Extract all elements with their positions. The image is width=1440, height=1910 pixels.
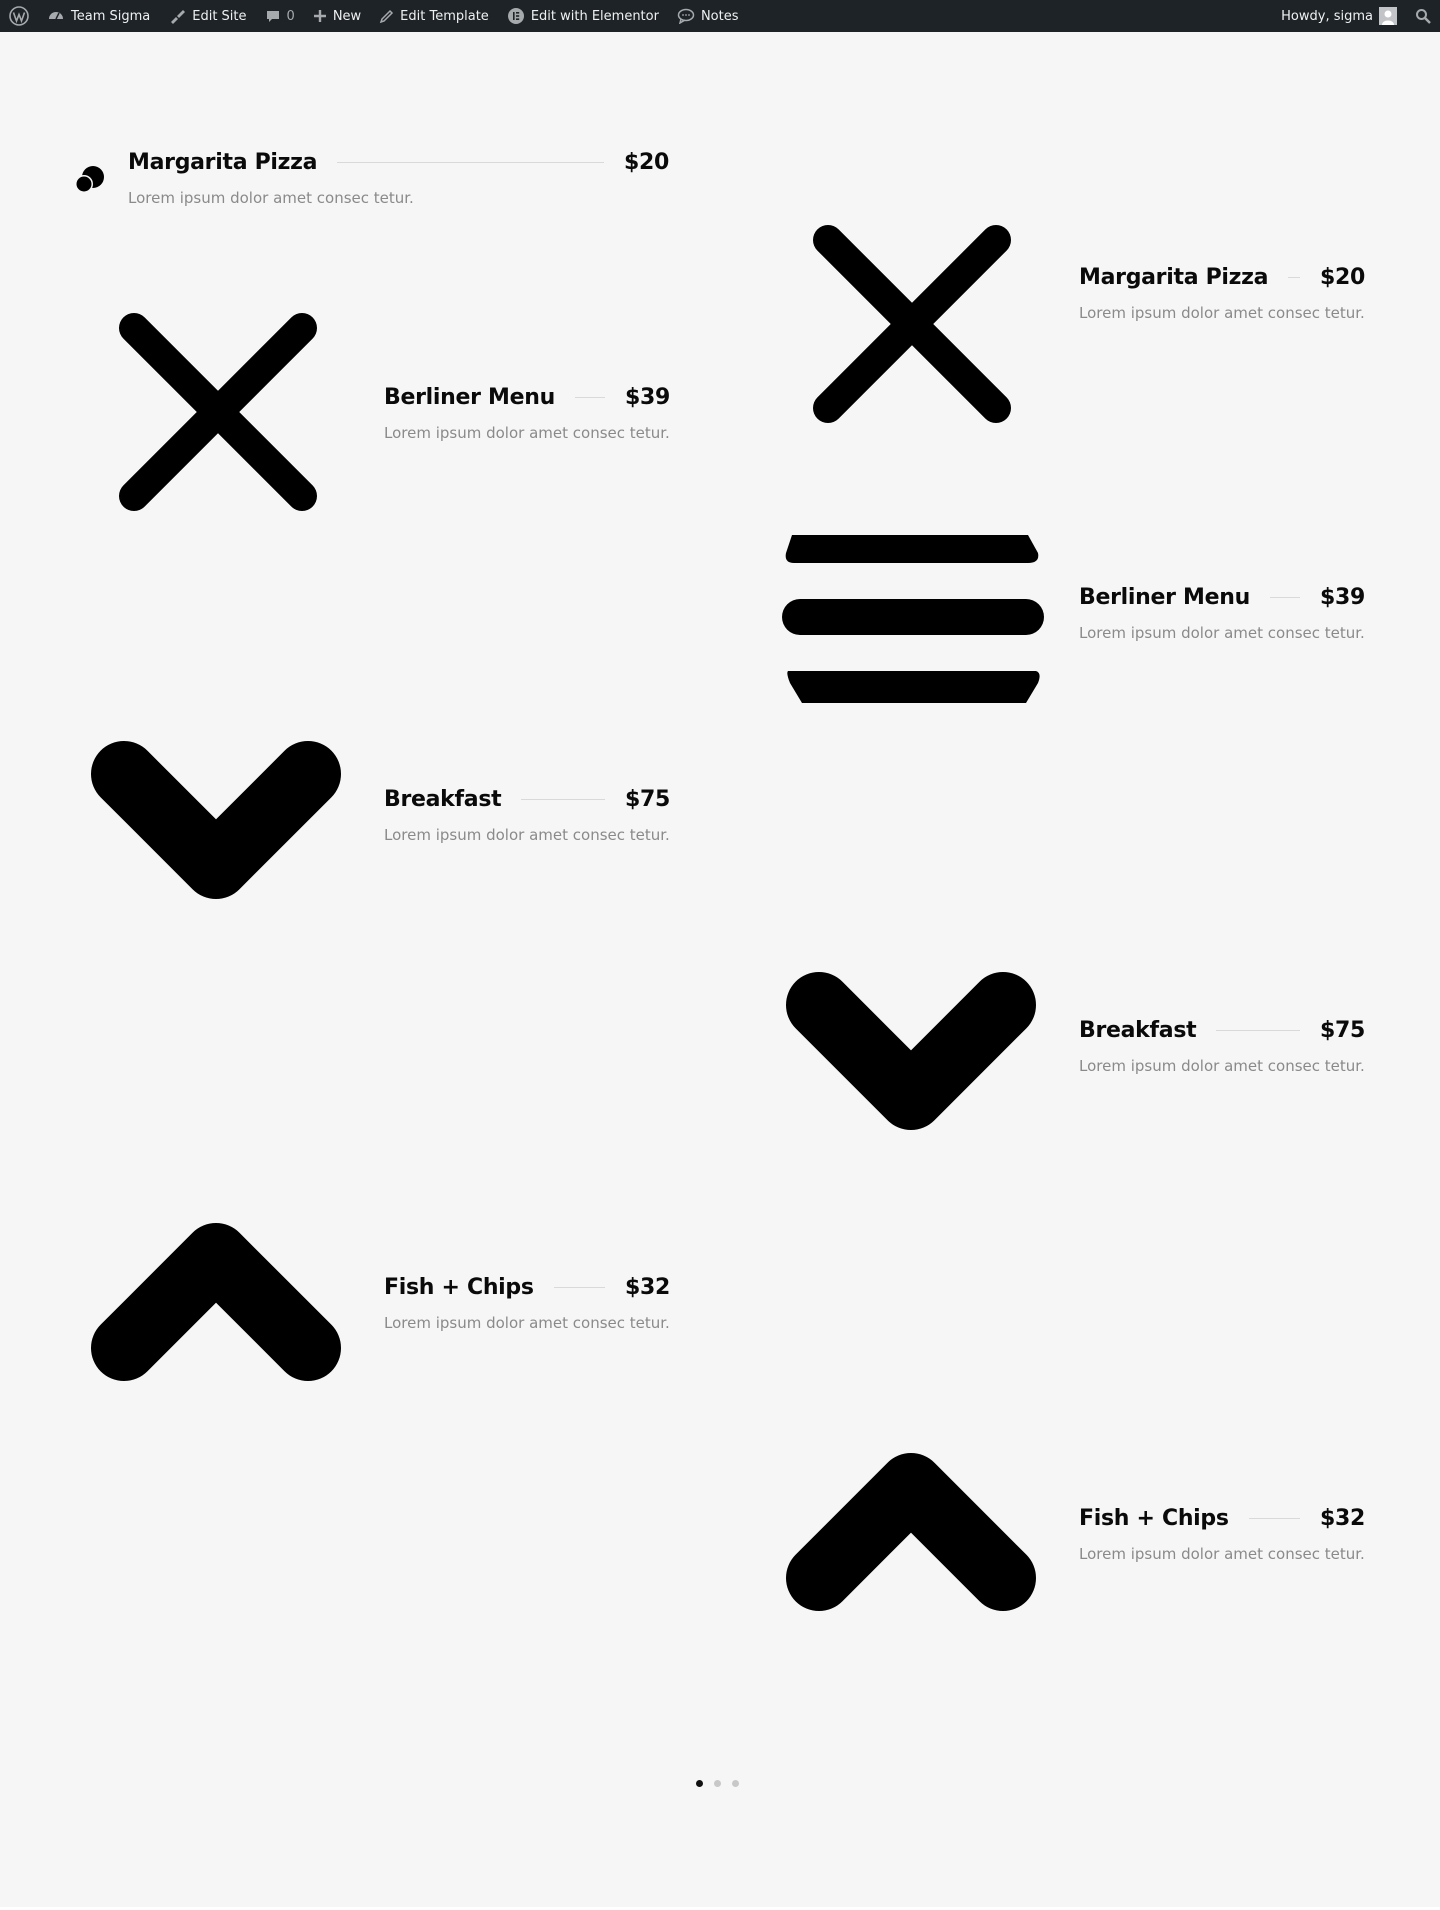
menu-item: Fish + Chips $32 Lorem ipsum dolor amet … (1079, 1503, 1365, 1564)
menu-item-divider (337, 161, 604, 163)
menu-item-price: $75 (1319, 1017, 1365, 1043)
menu-item-title: Breakfast (384, 786, 502, 812)
menu-item-price: $32 (1319, 1505, 1365, 1531)
menu-item-divider (553, 1286, 605, 1288)
admin-bar: Team Sigma Edit Site 0 New Edit Template… (0, 0, 1440, 32)
menu-item-price: $20 (623, 149, 669, 175)
menu-item-description: Lorem ipsum dolor amet consec tetur. (1079, 1545, 1365, 1563)
menu-item-divider (574, 396, 605, 398)
menu-item-price: $32 (624, 1274, 670, 1300)
my-account-link[interactable]: Howdy, sigma (1272, 0, 1406, 32)
dashboard-gauge-icon (49, 12, 63, 20)
avatar (1379, 7, 1397, 25)
notes-label: Notes (700, 8, 739, 24)
menu-item: Breakfast $75 Lorem ipsum dolor amet con… (1079, 1015, 1365, 1076)
menu-item-title: Berliner Menu (1079, 584, 1250, 610)
edit-template-label: Edit Template (400, 8, 489, 24)
menu-item: Margarita Pizza $20 Lorem ipsum dolor am… (1079, 262, 1365, 323)
menu-item: Margarita Pizza $20 Lorem ipsum dolor am… (128, 147, 669, 208)
edit-site-label: Edit Site (192, 8, 247, 24)
menu-item-title: Berliner Menu (384, 384, 555, 410)
pagination-dot-1[interactable] (696, 1780, 703, 1787)
notes-link[interactable]: Notes (668, 0, 748, 32)
chat-bubbles-icon (75, 166, 104, 193)
menu-item-title: Margarita Pizza (1079, 264, 1269, 290)
menu-item-description: Lorem ipsum dolor amet consec tetur. (1079, 1057, 1365, 1075)
menu-item-divider (521, 798, 605, 800)
brush-icon (171, 10, 186, 24)
close-x-icon (813, 225, 1011, 423)
menu-item-divider (1269, 596, 1300, 598)
menu-item-description: Lorem ipsum dolor amet consec tetur. (128, 189, 414, 207)
menu-item-title: Fish + Chips (384, 1274, 534, 1300)
pencil-icon (379, 9, 394, 23)
search-icon (1416, 9, 1431, 24)
menu-item: Berliner Menu $39 Lorem ipsum dolor amet… (384, 382, 670, 443)
edit-site-link[interactable]: Edit Site (159, 0, 255, 32)
menu-item-description: Lorem ipsum dolor amet consec tetur. (384, 424, 670, 442)
carousel-pagination (696, 1780, 739, 1787)
menu-item: Berliner Menu $39 Lorem ipsum dolor amet… (1079, 582, 1365, 643)
search-button[interactable] (1406, 0, 1440, 32)
page-content: Margarita Pizza $20 Lorem ipsum dolor am… (0, 32, 1440, 1910)
admin-bar-left: Team Sigma Edit Site 0 New Edit Template… (0, 0, 748, 32)
menu-item-description: Lorem ipsum dolor amet consec tetur. (1079, 304, 1365, 322)
chevron-up-icon (786, 1453, 1036, 1611)
edit-template-link[interactable]: Edit Template (370, 0, 498, 32)
new-label: New (332, 8, 362, 24)
site-name-label: Team Sigma (71, 8, 151, 24)
menu-item-description: Lorem ipsum dolor amet consec tetur. (384, 826, 670, 844)
menu-item-description: Lorem ipsum dolor amet consec tetur. (1079, 624, 1365, 642)
user-avatar-icon (1382, 10, 1394, 25)
menu-item-divider (1216, 1029, 1300, 1031)
pagination-dot-2[interactable] (714, 1780, 721, 1787)
menu-item: Fish + Chips $32 Lorem ipsum dolor amet … (384, 1272, 670, 1333)
close-x-icon (119, 313, 317, 511)
wordpress-logo-button[interactable] (0, 0, 38, 32)
comments-link[interactable]: 0 (256, 0, 304, 32)
edit-with-elementor-label: Edit with Elementor (530, 8, 659, 24)
menu-item-price: $39 (1319, 584, 1365, 610)
hamburger-menu-icon (782, 535, 1044, 703)
menu-item-title: Margarita Pizza (128, 149, 318, 175)
wordpress-icon (9, 6, 29, 26)
admin-bar-right: Howdy, sigma (1272, 0, 1440, 32)
menu-item-description: Lorem ipsum dolor amet consec tetur. (384, 1314, 670, 1332)
site-name-link[interactable]: Team Sigma (38, 0, 159, 32)
menu-canvas: Margarita Pizza $20 Lorem ipsum dolor am… (0, 32, 1440, 1907)
edit-with-elementor-link[interactable]: Edit with Elementor (498, 0, 668, 32)
new-content-link[interactable]: New (304, 0, 370, 32)
menu-item-divider (1248, 1517, 1300, 1519)
howdy-label: Howdy, sigma (1281, 8, 1373, 24)
chevron-up-icon (91, 1223, 341, 1381)
pagination-dot-3[interactable] (732, 1780, 739, 1787)
menu-item-price: $39 (624, 384, 670, 410)
menu-item: Breakfast $75 Lorem ipsum dolor amet con… (384, 784, 670, 845)
menu-item-divider (1288, 276, 1300, 278)
comments-count: 0 (286, 8, 295, 24)
plus-icon (313, 10, 326, 22)
comment-icon (266, 11, 279, 22)
chevron-down-icon (786, 972, 1036, 1130)
menu-item-title: Fish + Chips (1079, 1505, 1229, 1531)
notes-bubble-icon (677, 8, 695, 24)
chevron-down-icon (91, 741, 341, 899)
menu-item-price: $75 (624, 786, 670, 812)
elementor-icon (507, 8, 524, 24)
menu-item-price: $20 (1319, 264, 1365, 290)
menu-item-title: Breakfast (1079, 1017, 1197, 1043)
